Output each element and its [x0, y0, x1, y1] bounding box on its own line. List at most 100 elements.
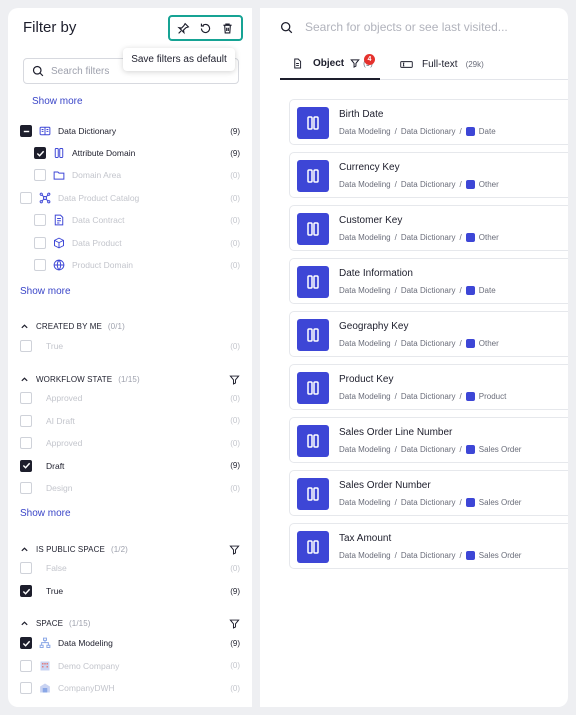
- result-card[interactable]: Sales Order Number Data Modeling / Data Dic…: [289, 470, 568, 516]
- breadcrumb-dictionary[interactable]: Data Dictionary: [401, 551, 456, 560]
- checkbox-unchecked[interactable]: [20, 340, 32, 352]
- breadcrumb-space[interactable]: Data Modeling: [339, 551, 391, 560]
- breadcrumb-domain[interactable]: Date: [479, 127, 496, 136]
- breadcrumb-domain[interactable]: Date: [479, 286, 496, 295]
- breadcrumb-dictionary[interactable]: Data Dictionary: [401, 498, 456, 507]
- breadcrumb-domain[interactable]: Other: [479, 233, 499, 242]
- checkbox-unchecked[interactable]: [20, 659, 32, 672]
- filter-option[interactable]: Approved (0): [20, 436, 240, 450]
- checkbox-unchecked[interactable]: [34, 169, 46, 181]
- show-more-link-asset[interactable]: Show more: [20, 286, 71, 297]
- filter-option[interactable]: Data Product (0): [34, 236, 240, 250]
- checkbox-unchecked[interactable]: [20, 562, 32, 574]
- filter-option-label: Data Dictionary: [58, 126, 117, 136]
- breadcrumb-dictionary[interactable]: Data Dictionary: [401, 339, 456, 348]
- result-card[interactable]: Product Key Data Modeling / Data Dictionary…: [289, 364, 568, 410]
- filter-option-count: (9): [230, 461, 240, 470]
- section-workflow-state[interactable]: WORKFLOW STATE (1/15): [20, 372, 240, 386]
- global-search[interactable]: [280, 17, 560, 37]
- filter-option[interactable]: Design (0): [20, 481, 240, 495]
- filter-funnel-icon[interactable]: [229, 544, 240, 555]
- section-created-by-me[interactable]: CREATED BY ME (0/1): [20, 319, 240, 333]
- filter-option-label: False: [46, 563, 67, 573]
- result-card[interactable]: Birth Date Data Modeling / Data Dictionary /…: [289, 99, 568, 145]
- checkbox-checked[interactable]: [20, 459, 32, 472]
- checkbox-unchecked[interactable]: [20, 482, 32, 494]
- breadcrumb-space[interactable]: Data Modeling: [339, 392, 391, 401]
- breadcrumb-dictionary[interactable]: Data Dictionary: [401, 233, 456, 242]
- result-card[interactable]: Date Information Data Modeling / Data Dicti…: [289, 258, 568, 304]
- filter-option[interactable]: Data Dictionary (9): [20, 124, 240, 138]
- breadcrumb-domain[interactable]: Product: [479, 392, 507, 401]
- breadcrumb-domain[interactable]: Sales Order: [479, 498, 522, 507]
- checkbox-unchecked[interactable]: [34, 237, 46, 249]
- breadcrumb-dictionary[interactable]: Data Dictionary: [401, 180, 456, 189]
- section-is-public-space[interactable]: IS PUBLIC SPACE (1/2): [20, 542, 240, 556]
- filter-option[interactable]: Product Domain (0): [34, 258, 240, 272]
- result-card[interactable]: Tax Amount Data Modeling / Data Dictionary /…: [289, 523, 568, 569]
- checkbox-checked[interactable]: [20, 585, 32, 597]
- breadcrumb-domain[interactable]: Other: [479, 180, 499, 189]
- breadcrumb-domain[interactable]: Sales Order: [479, 551, 522, 560]
- attribute-domain-icon: [297, 319, 329, 351]
- checkbox-unchecked[interactable]: [20, 192, 32, 204]
- filter-option[interactable]: CompanyDWH (0): [20, 681, 240, 695]
- filter-option[interactable]: Attribute Domain (9): [34, 146, 240, 160]
- filter-option[interactable]: Demo Company (0): [20, 659, 240, 673]
- global-search-input[interactable]: [305, 20, 545, 34]
- filter-option[interactable]: True (9): [20, 584, 240, 598]
- breadcrumb-space[interactable]: Data Modeling: [339, 498, 391, 507]
- breadcrumb-space[interactable]: Data Modeling: [339, 233, 391, 242]
- breadcrumb-domain[interactable]: Other: [479, 339, 499, 348]
- delete-button[interactable]: [217, 18, 237, 38]
- checkbox-unchecked[interactable]: [20, 414, 32, 427]
- result-card[interactable]: Customer Key Data Modeling / Data Dictionar…: [289, 205, 568, 251]
- breadcrumb-space[interactable]: Data Modeling: [339, 127, 391, 136]
- result-card[interactable]: Currency Key Data Modeling / Data Dictionar…: [289, 152, 568, 198]
- checkbox-unchecked[interactable]: [34, 214, 46, 226]
- checkbox-checked[interactable]: [20, 637, 32, 649]
- filter-funnel-icon[interactable]: [229, 618, 240, 629]
- breadcrumb-domain[interactable]: Sales Order: [479, 445, 522, 454]
- filter-option[interactable]: True (0): [20, 339, 240, 353]
- breadcrumb-dictionary[interactable]: Data Dictionary: [401, 127, 456, 136]
- reset-button[interactable]: [195, 18, 215, 38]
- breadcrumb-space[interactable]: Data Modeling: [339, 286, 391, 295]
- result-breadcrumb: Data Modeling / Data Dictionary / Other: [339, 339, 499, 348]
- filter-option[interactable]: Data Contract (0): [34, 213, 240, 227]
- show-more-link-workflow[interactable]: Show more: [20, 508, 71, 519]
- checkbox-indeterminate[interactable]: [20, 125, 32, 137]
- filter-option[interactable]: AI Draft (0): [20, 414, 240, 428]
- filter-option-label: Domain Area: [72, 170, 122, 180]
- filter-option[interactable]: False (0): [20, 561, 240, 575]
- tab-object[interactable]: Object (9): [280, 48, 380, 80]
- trash-icon: [223, 22, 232, 34]
- filter-option[interactable]: Data Modeling (9): [20, 636, 240, 650]
- show-more-link-top[interactable]: Show more: [32, 96, 83, 107]
- breadcrumb-dictionary[interactable]: Data Dictionary: [401, 286, 456, 295]
- hierarchy-icon: [39, 637, 51, 649]
- filter-funnel-icon[interactable]: [229, 374, 240, 385]
- tab-full-text-count: (29k): [465, 59, 484, 69]
- filter-option[interactable]: Data Product Catalog (0): [20, 191, 240, 205]
- section-space[interactable]: SPACE (1/15): [20, 616, 240, 630]
- checkbox-unchecked[interactable]: [34, 259, 46, 271]
- result-card[interactable]: Sales Order Line Number Data Modeling / Dat…: [289, 417, 568, 463]
- filter-option[interactable]: Draft (9): [20, 459, 240, 473]
- breadcrumb-space[interactable]: Data Modeling: [339, 339, 391, 348]
- filter-option[interactable]: Domain Area (0): [34, 168, 240, 182]
- breadcrumb-space[interactable]: Data Modeling: [339, 445, 391, 454]
- breadcrumb-dictionary[interactable]: Data Dictionary: [401, 445, 456, 454]
- checkbox-unchecked[interactable]: [20, 682, 32, 694]
- pin-button[interactable]: [174, 18, 194, 38]
- tab-full-text[interactable]: Full-text (29k): [400, 48, 510, 80]
- breadcrumb-space[interactable]: Data Modeling: [339, 180, 391, 189]
- breadcrumb-dictionary[interactable]: Data Dictionary: [401, 392, 456, 401]
- checkbox-unchecked[interactable]: [20, 437, 32, 449]
- contract-icon: [53, 214, 65, 226]
- checkbox-unchecked[interactable]: [20, 392, 32, 404]
- result-card[interactable]: Geography Key Data Modeling / Data Dictiona…: [289, 311, 568, 357]
- filter-option[interactable]: Approved (0): [20, 391, 240, 405]
- checkbox-checked[interactable]: [34, 147, 46, 159]
- filter-option-label: Data Product: [72, 238, 122, 248]
